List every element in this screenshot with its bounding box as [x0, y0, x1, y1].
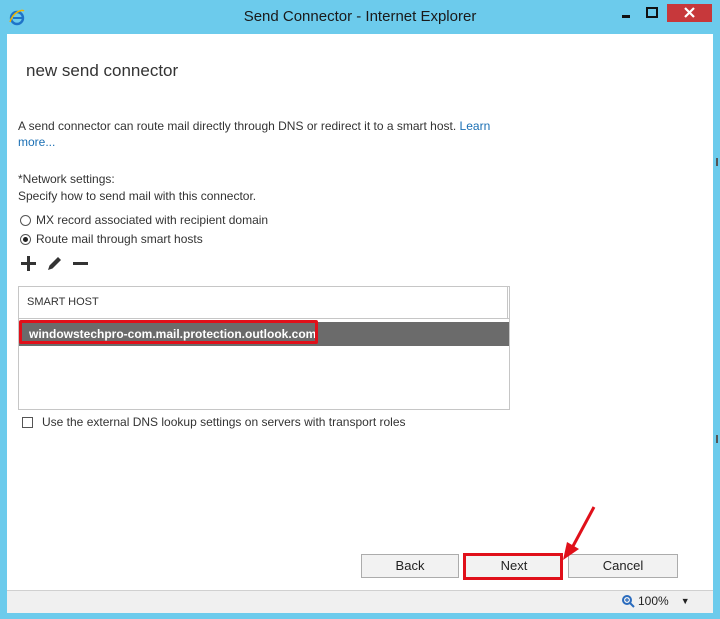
annotation-highlight-box	[19, 320, 318, 344]
radio-button[interactable]	[20, 214, 31, 226]
back-button[interactable]: Back	[361, 554, 459, 578]
maximize-button[interactable]	[641, 4, 663, 22]
external-dns-checkbox-row[interactable]: Use the external DNS lookup settings on …	[22, 415, 406, 429]
network-settings-hint: Specify how to send mail with this conne…	[18, 189, 257, 203]
grid-header[interactable]: SMART HOST	[19, 287, 509, 319]
close-icon	[684, 7, 695, 18]
remove-icon[interactable]	[72, 255, 89, 272]
status-bar: 100% ▼	[7, 590, 713, 613]
minimize-icon	[622, 15, 630, 18]
page-title: new send connector	[26, 61, 179, 80]
resize-mark	[716, 158, 718, 166]
title-bar[interactable]: Send Connector - Internet Explorer	[0, 0, 720, 34]
radio-smart-label: Route mail through smart hosts	[36, 232, 203, 246]
radio-button-selected[interactable]	[20, 233, 31, 245]
smart-host-toolbar	[20, 255, 89, 272]
zoom-control[interactable]: 100% ▼	[621, 594, 690, 608]
smart-host-grid: SMART HOST windowstechpro-com.mail.prote…	[18, 286, 510, 410]
header-separator	[507, 287, 508, 318]
zoom-icon	[622, 595, 635, 608]
window-frame-bottom	[0, 613, 720, 619]
add-icon[interactable]	[20, 255, 37, 272]
close-button[interactable]	[667, 4, 712, 22]
dialog-content: new send connector A send connector can …	[7, 34, 713, 590]
cancel-button[interactable]: Cancel	[568, 554, 678, 578]
column-smart-host: SMART HOST	[27, 296, 99, 308]
chevron-down-icon: ▼	[680, 596, 690, 606]
window-frame-left	[0, 34, 7, 619]
table-row[interactable]: windowstechpro-com.mail.protection.outlo…	[19, 320, 509, 346]
network-settings-label: *Network settings:	[18, 172, 115, 186]
maximize-icon	[646, 7, 658, 18]
external-dns-label: Use the external DNS lookup settings on …	[42, 415, 406, 429]
radio-smart-hosts[interactable]: Route mail through smart hosts	[20, 232, 203, 246]
description-text: A send connector can route mail directly…	[18, 119, 457, 133]
external-dns-checkbox[interactable]	[22, 416, 33, 428]
window-frame-right	[713, 34, 720, 619]
resize-mark	[716, 435, 718, 443]
description: A send connector can route mail directly…	[18, 118, 498, 150]
edit-icon[interactable]	[46, 255, 63, 272]
zoom-level: 100%	[638, 594, 669, 608]
window-title: Send Connector - Internet Explorer	[243, 8, 477, 25]
radio-mx-label: MX record associated with recipient doma…	[36, 213, 269, 227]
minimize-button[interactable]	[615, 4, 637, 22]
next-button[interactable]: Next	[465, 554, 563, 578]
radio-mx-record[interactable]: MX record associated with recipient doma…	[20, 213, 268, 227]
